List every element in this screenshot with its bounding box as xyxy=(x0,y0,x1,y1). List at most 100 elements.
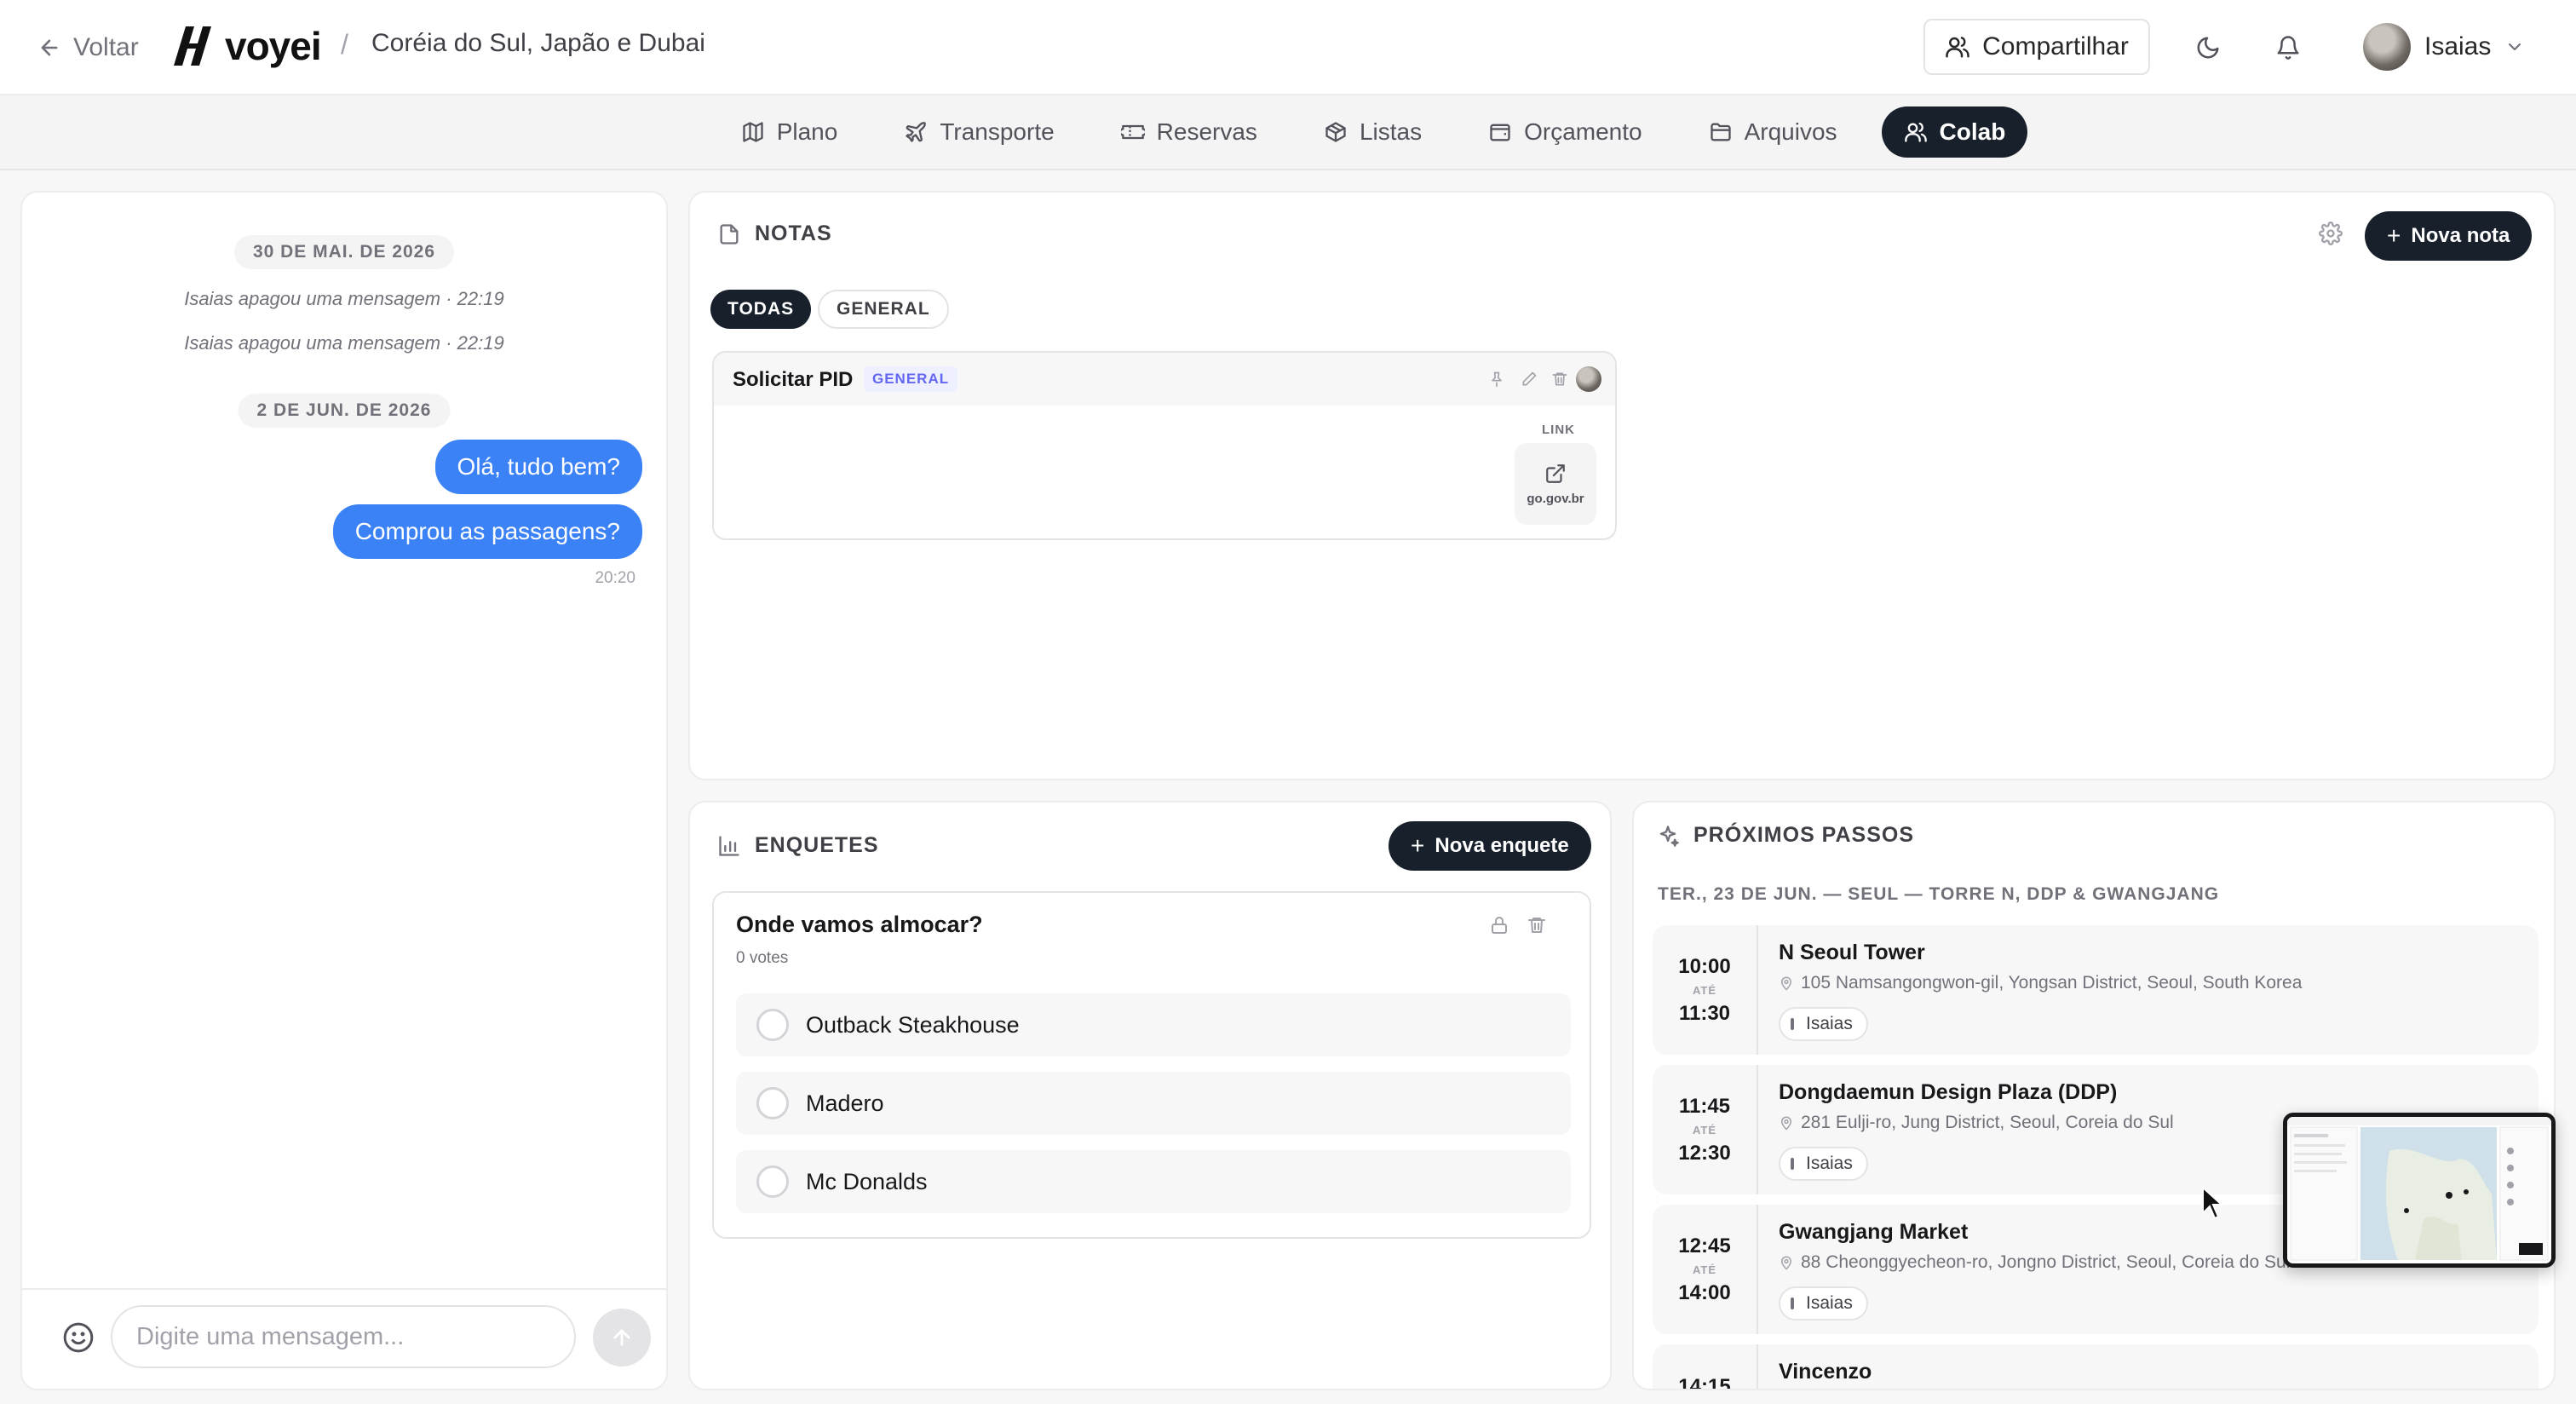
mouse-cursor xyxy=(2201,1185,2225,1224)
breadcrumb-separator: / xyxy=(341,29,348,60)
link-label: LINK xyxy=(1542,423,1575,437)
tab-listas[interactable]: Listas xyxy=(1302,106,1444,158)
poll-option[interactable]: Outback Steakhouse xyxy=(736,993,1571,1056)
tab-reservas[interactable]: Reservas xyxy=(1099,106,1279,158)
tab-arquivos[interactable]: Arquivos xyxy=(1687,106,1860,158)
trip-title: Coréia do Sul, Japão e Dubai xyxy=(371,29,705,57)
poll-option[interactable]: Mc Donalds xyxy=(736,1150,1571,1213)
time-range: 12:45 ATÉ 14:00 xyxy=(1653,1205,1758,1334)
poll-option-label: Madero xyxy=(806,1090,884,1116)
tab-label: Orçamento xyxy=(1524,118,1642,145)
lock-poll-button[interactable] xyxy=(1482,908,1516,942)
map-pin-icon xyxy=(1780,1116,1792,1131)
smile-icon xyxy=(63,1322,94,1353)
avatar xyxy=(2363,23,2411,71)
new-note-label: Nova nota xyxy=(2411,224,2510,247)
participant-name: Isaias xyxy=(1806,1154,1853,1173)
notes-title: NOTAS xyxy=(755,222,832,245)
tab-transporte[interactable]: Transporte xyxy=(882,106,1076,158)
participant-name: Isaias xyxy=(1806,1014,1853,1033)
tab-plano[interactable]: Plano xyxy=(719,106,860,158)
start-time: 12:45 xyxy=(1678,1234,1731,1257)
place-address: 88 Cheonggyecheon-ro, Jongno District, S… xyxy=(1779,1252,2290,1273)
next-steps-panel: PRÓXIMOS PASSOS TER., 23 DE JUN. — SEUL … xyxy=(1632,801,2556,1390)
preview-image xyxy=(2287,1117,2551,1263)
radio-button[interactable] xyxy=(756,1009,789,1041)
start-time: 10:00 xyxy=(1678,954,1731,978)
user-menu[interactable]: Isaias xyxy=(2363,22,2525,72)
delete-note-button[interactable] xyxy=(1545,365,1574,394)
back-button[interactable]: Voltar xyxy=(37,31,139,65)
note-category-badge: GENERAL xyxy=(864,366,958,392)
tab-label: Transporte xyxy=(940,118,1055,145)
package-icon xyxy=(1325,122,1346,142)
chat-date-divider: 30 DE MAI. DE 2026 xyxy=(233,235,455,269)
itinerary-item[interactable]: 10:00 ATÉ 11:30 N Seoul Tower 105 Namsan… xyxy=(1653,925,2539,1055)
itinerary-item[interactable]: 14:15 Vincenzo xyxy=(1653,1344,2539,1390)
lock-icon xyxy=(1492,917,1507,934)
new-poll-button[interactable]: + Nova enquete xyxy=(1389,821,1591,871)
poll-option-label: Outback Steakhouse xyxy=(806,1011,1020,1038)
message-input[interactable] xyxy=(111,1305,576,1368)
notes-settings-button[interactable] xyxy=(2310,213,2351,254)
users-icon xyxy=(1946,37,1969,58)
edit-note-button[interactable] xyxy=(1515,365,1544,394)
radio-button[interactable] xyxy=(756,1165,789,1198)
tab-label: Arquivos xyxy=(1744,118,1837,145)
delete-poll-button[interactable] xyxy=(1520,908,1554,942)
poll-vote-count: 0 votes xyxy=(736,949,789,967)
time-range: 14:15 xyxy=(1653,1344,1758,1390)
top-bar: Voltar voyei / Coréia do Sul, Japão e Du… xyxy=(0,0,2576,95)
until-label: ATÉ xyxy=(1692,1123,1717,1136)
emoji-button[interactable] xyxy=(53,1312,104,1363)
filter-chip-general[interactable]: GENERAL xyxy=(818,290,949,329)
participant-marker xyxy=(1791,1298,1794,1309)
sparkles-icon xyxy=(1659,825,1679,847)
chat-panel: 30 DE MAI. DE 2026 Isaias apagou uma men… xyxy=(20,191,668,1390)
bell-icon xyxy=(2277,36,2299,60)
brand-logo[interactable]: voyei xyxy=(174,22,322,70)
poll-option[interactable]: Madero xyxy=(736,1072,1571,1135)
chat-composer xyxy=(22,1288,666,1389)
note-card[interactable]: Solicitar PID GENERAL LINK go.gov.br xyxy=(712,351,1617,540)
note-link-tile[interactable]: go.gov.br xyxy=(1515,443,1596,525)
start-time: 14:15 xyxy=(1678,1375,1731,1390)
until-label: ATÉ xyxy=(1692,983,1717,997)
brand-name: voyei xyxy=(225,24,322,68)
tab-orcamento[interactable]: Orçamento xyxy=(1466,106,1665,158)
folder-icon xyxy=(1710,123,1731,141)
participant-marker xyxy=(1791,1158,1794,1170)
share-button[interactable]: Compartilhar xyxy=(1923,19,2150,75)
notifications-button[interactable] xyxy=(2264,24,2312,72)
place-address: 281 Eulji-ro, Jung District, Seoul, Core… xyxy=(1779,1113,2174,1133)
trash-icon xyxy=(1528,918,1545,933)
place-name: Gwangjang Market xyxy=(1779,1220,1969,1244)
plus-icon: + xyxy=(1411,832,1425,859)
poll-question: Onde vamos almocar? xyxy=(736,912,983,937)
tab-colab[interactable]: Colab xyxy=(1881,106,2028,158)
chat-message-bubble[interactable]: Comprou as passagens? xyxy=(332,504,642,559)
filter-chip-todas[interactable]: TODAS xyxy=(710,290,812,329)
pin-note-button[interactable] xyxy=(1482,365,1511,394)
arrow-up-icon xyxy=(613,1329,630,1346)
time-range: 10:00 ATÉ 11:30 xyxy=(1653,925,1758,1055)
participant-chip: Isaias xyxy=(1779,1147,1868,1181)
tab-label: Listas xyxy=(1359,118,1423,145)
notes-header: NOTAS xyxy=(717,222,832,246)
poll-option-label: Mc Donalds xyxy=(806,1168,928,1194)
theme-toggle-button[interactable] xyxy=(2184,24,2232,72)
send-button[interactable] xyxy=(593,1309,651,1367)
wallet-icon xyxy=(1490,124,1510,141)
chevron-down-icon xyxy=(2509,43,2521,51)
poll-card: Onde vamos almocar? 0 votes Outback Stea… xyxy=(712,891,1591,1239)
notes-panel: NOTAS + Nova nota TODAS GENERAL Solicita… xyxy=(688,191,2556,780)
polls-panel: ENQUETES + Nova enquete Onde vamos almoc… xyxy=(688,801,1612,1390)
arrow-left-icon xyxy=(41,39,58,56)
next-steps-header: PRÓXIMOS PASSOS xyxy=(1656,823,1914,848)
screenshot-preview-thumbnail[interactable] xyxy=(2283,1113,2556,1268)
chat-message-bubble[interactable]: Olá, tudo bem? xyxy=(434,440,642,494)
share-label: Compartilhar xyxy=(1982,32,2129,60)
new-note-button[interactable]: + Nova nota xyxy=(2365,211,2533,261)
main-tabs: Plano Transporte Reservas Listas Orçamen… xyxy=(0,95,2576,170)
radio-button[interactable] xyxy=(756,1087,789,1119)
